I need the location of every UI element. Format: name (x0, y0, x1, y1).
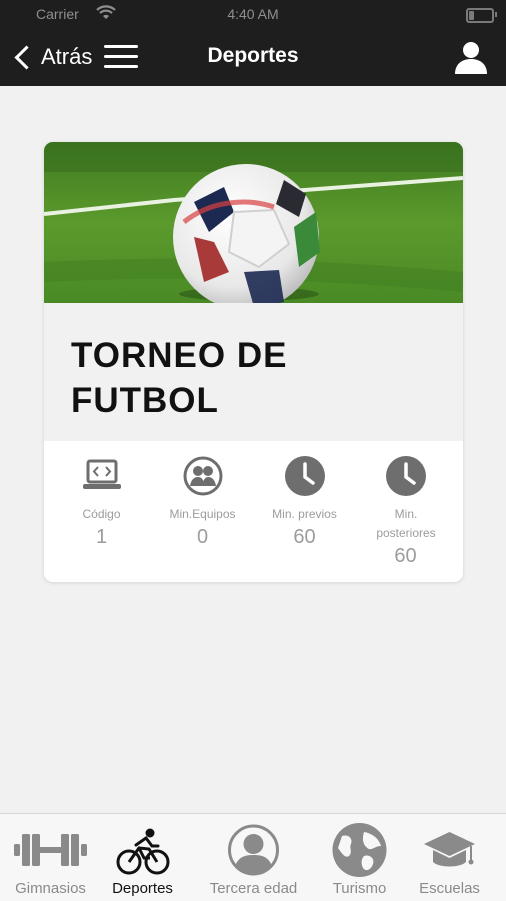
tab-bar: Gimnasios Deportes Tercera edad Turismo (0, 813, 506, 901)
tab-label: Tercera edad (209, 880, 298, 897)
tab-label: Deportes (112, 880, 173, 897)
stat-value: 1 (95, 526, 108, 548)
battery-icon (466, 8, 497, 23)
nav-bar: Atrás Deportes (0, 28, 506, 86)
dumbbell-icon (14, 834, 87, 866)
clock-icon (385, 456, 426, 496)
stat-label: Min. posteriores (376, 507, 436, 540)
tab-tercera-edad[interactable]: Tercera edad (203, 814, 304, 901)
status-time: 4:40 AM (227, 6, 279, 22)
event-stats: Código 1 Min.Equipos 0 Min. previos 60 M… (44, 441, 463, 582)
stat-label: Min.Equipos (169, 507, 236, 521)
user-icon[interactable] (452, 38, 490, 76)
tab-deportes[interactable]: Deportes (92, 814, 193, 901)
event-card[interactable]: TORNEO DE FUTBOL Código 1 Min.Equipos 0 (44, 142, 463, 582)
stat-label: Min. previos (272, 507, 337, 521)
page-title: Deportes (207, 44, 299, 67)
status-bar: Carrier 4:40 AM (0, 0, 506, 28)
tab-escuelas[interactable]: Escuelas (399, 814, 500, 901)
group-icon (183, 456, 222, 496)
stat-min-equipos: Min.Equipos 0 (150, 455, 255, 549)
graduation-cap-icon (424, 832, 475, 867)
stat-codigo: Código 1 (49, 455, 154, 549)
globe-icon (332, 823, 387, 877)
clock-icon (284, 456, 325, 496)
stat-value: 60 (293, 526, 316, 548)
stat-value: 60 (394, 545, 417, 567)
tab-label: Escuelas (419, 880, 480, 897)
stat-value: 0 (196, 526, 209, 548)
stat-min-posteriores: Min. posteriores 60 (353, 455, 458, 568)
laptop-code-icon (82, 459, 121, 489)
person-circle-icon (228, 824, 279, 876)
stat-min-previos: Min. previos 60 (252, 455, 357, 549)
soccer-ball-image (44, 142, 463, 303)
card-title-area: TORNEO DE FUTBOL (44, 303, 463, 441)
bicycle-icon (116, 828, 170, 875)
stat-label: Código (82, 507, 121, 521)
event-title: TORNEO DE FUTBOL (71, 336, 288, 420)
